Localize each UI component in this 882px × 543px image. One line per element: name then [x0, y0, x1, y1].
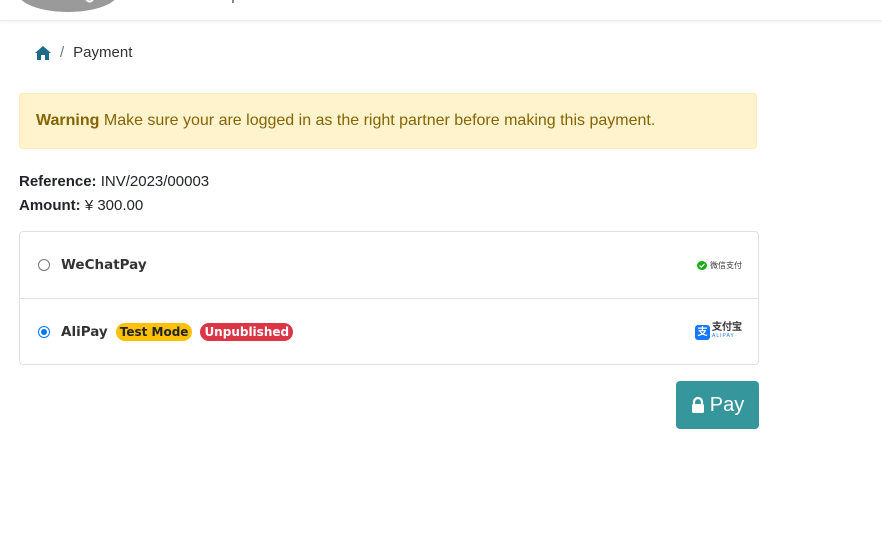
lock-icon — [691, 397, 704, 413]
alipay-icon: 支 — [695, 324, 710, 340]
logo-mark-icon — [85, 0, 94, 3]
home-icon[interactable] — [35, 45, 51, 60]
reference-value: INV/2023/00003 — [100, 173, 210, 190]
payment-details: Reference: INV/2023/00003 Amount: ¥ 300.… — [19, 170, 209, 218]
wechatpay-logo-text: 微信支付 — [710, 260, 742, 270]
top-navbar — [0, 0, 882, 21]
reference-label: Reference: — [19, 173, 97, 190]
alipay-radio[interactable] — [38, 326, 50, 338]
payment-method-wechatpay[interactable]: WeChatPay 微信支付 — [20, 232, 758, 299]
pay-button[interactable]: Pay — [676, 381, 759, 429]
pay-button-label[interactable]: Pay — [710, 394, 744, 417]
wechatpay-logo: 微信支付 — [697, 260, 742, 271]
amount-row: Amount: ¥ 300.00 — [19, 194, 209, 218]
unpublished-badge: Unpublished — [200, 323, 294, 341]
alipay-logo: 支 支付宝 ALIPAY — [695, 322, 742, 340]
breadcrumb-current: Payment — [73, 44, 133, 61]
payment-methods-list: WeChatPay 微信支付 AliPay Test Mode Unpublis… — [19, 231, 759, 365]
breadcrumb: / Payment — [35, 44, 132, 61]
amount-value: ¥ 300.00 — [84, 197, 144, 214]
alipay-logo-subtext: ALIPAY — [712, 333, 735, 339]
menu-item-marker[interactable] — [232, 0, 234, 3]
payment-method-alipay[interactable]: AliPay Test Mode Unpublished 支 支付宝 ALIPA… — [20, 299, 758, 365]
wechat-icon — [697, 260, 707, 270]
breadcrumb-separator: / — [60, 44, 65, 61]
method-name[interactable]: WeChatPay — [61, 257, 147, 273]
warning-alert: Warning Make sure your are logged in as … — [19, 93, 757, 149]
method-name[interactable]: AliPay — [61, 324, 108, 340]
alipay-logo-text: 支付宝 — [712, 322, 742, 333]
amount-label: Amount: — [19, 197, 81, 214]
reference-row: Reference: INV/2023/00003 — [19, 170, 209, 194]
alert-message: Make sure your are logged in as the righ… — [103, 112, 656, 129]
test-mode-badge: Test Mode — [115, 323, 193, 341]
company-logo[interactable] — [18, 0, 118, 12]
alert-title: Warning — [36, 112, 100, 129]
wechatpay-radio[interactable] — [38, 259, 50, 271]
